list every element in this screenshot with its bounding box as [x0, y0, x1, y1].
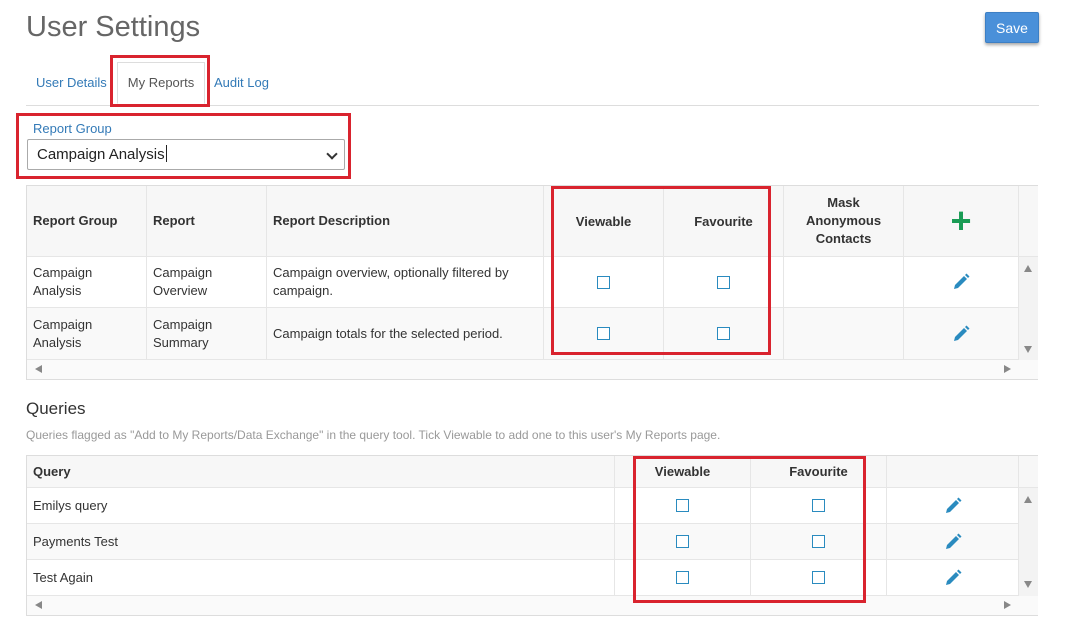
report-row-1-viewable-cell [544, 257, 664, 308]
scroll-right-arrow-icon[interactable] [1004, 365, 1011, 373]
report-row-1-mask-cell [784, 257, 904, 308]
reports-horizontal-scrollbar[interactable] [27, 360, 1038, 379]
report-row-2-edit-cell [904, 308, 1019, 360]
query-row-3-favourite-checkbox[interactable] [812, 571, 825, 584]
col-header-report: Report [147, 186, 267, 257]
report-row-2-viewable-cell [544, 308, 664, 360]
col-header-query-actions [887, 456, 1019, 488]
report-row-2-favourite-cell [664, 308, 784, 360]
scroll-left-arrow-icon[interactable] [35, 601, 42, 609]
scroll-up-arrow-icon[interactable] [1024, 496, 1032, 503]
report-group-select[interactable]: Campaign Analysis [27, 139, 345, 170]
col-header-viewable: Viewable [544, 186, 664, 257]
header-scroll-spacer [1019, 186, 1038, 257]
col-header-report-group: Report Group [27, 186, 147, 257]
col-header-description: Report Description [267, 186, 544, 257]
report-row-2-group: Campaign Analysis [27, 308, 147, 360]
report-group-label: Report Group [33, 121, 112, 136]
queries-horizontal-scrollbar[interactable] [27, 596, 1038, 615]
col-header-mask-anonymous: Mask Anonymous Contacts [784, 186, 904, 257]
scroll-right-arrow-icon[interactable] [1004, 601, 1011, 609]
scroll-down-arrow-icon[interactable] [1024, 346, 1032, 353]
tab-user-details[interactable]: User Details [36, 60, 107, 106]
reports-vertical-scrollbar[interactable] [1019, 257, 1038, 360]
page-title: User Settings [26, 11, 201, 43]
text-cursor [165, 145, 167, 162]
queries-grid: Query Viewable Favourite Emilys query Pa… [26, 455, 1038, 616]
report-row-1-favourite-checkbox[interactable] [717, 275, 730, 289]
query-row-2-edit-cell [887, 524, 1019, 560]
query-row-2-favourite-cell [751, 524, 887, 560]
query-row-2-name: Payments Test [27, 524, 615, 560]
report-row-2-viewable-checkbox[interactable] [597, 327, 610, 340]
report-row-1-report: Campaign Overview [147, 257, 267, 308]
report-row-1-group: Campaign Analysis [27, 257, 147, 308]
query-row-1-favourite-cell [751, 488, 887, 524]
report-row-1-favourite-cell [664, 257, 784, 308]
scroll-down-arrow-icon[interactable] [1024, 581, 1032, 588]
pencil-icon[interactable] [951, 272, 971, 292]
query-row-2-favourite-checkbox[interactable] [812, 535, 825, 548]
header-scroll-spacer [1019, 456, 1038, 488]
col-header-query-viewable: Viewable [615, 456, 751, 488]
query-row-3-name: Test Again [27, 560, 615, 596]
tab-my-reports[interactable]: My Reports [117, 62, 205, 104]
col-header-query-favourite: Favourite [751, 456, 887, 488]
queries-vertical-scrollbar[interactable] [1019, 488, 1038, 596]
query-row-3-viewable-cell [615, 560, 751, 596]
query-row-1-edit-cell [887, 488, 1019, 524]
col-header-favourite: Favourite [664, 186, 784, 257]
query-row-2-viewable-checkbox[interactable] [676, 535, 689, 548]
query-row-2-viewable-cell [615, 524, 751, 560]
query-row-1-viewable-checkbox[interactable] [676, 499, 689, 512]
report-row-2-favourite-checkbox[interactable] [717, 327, 730, 340]
scroll-left-arrow-icon[interactable] [35, 365, 42, 373]
chevron-down-icon [326, 148, 338, 160]
queries-description: Queries flagged as "Add to My Reports/Da… [26, 428, 721, 442]
reports-grid: Report Group Report Report Description V… [26, 185, 1038, 380]
query-row-3-edit-cell [887, 560, 1019, 596]
pencil-icon[interactable] [943, 568, 963, 588]
report-row-2-description: Campaign totals for the selected period. [267, 308, 544, 360]
tab-bar: User Details My Reports Audit Log [26, 60, 1039, 106]
tab-audit-log[interactable]: Audit Log [214, 60, 269, 106]
query-row-1-favourite-checkbox[interactable] [812, 499, 825, 512]
report-row-1-viewable-checkbox[interactable] [597, 275, 610, 289]
query-row-3-viewable-checkbox[interactable] [676, 571, 689, 584]
query-row-3-favourite-cell [751, 560, 887, 596]
pencil-icon[interactable] [951, 324, 971, 344]
pencil-icon[interactable] [943, 532, 963, 552]
report-row-1-description: Campaign overview, optionally filtered b… [267, 257, 544, 308]
report-row-1-edit-cell [904, 257, 1019, 308]
query-row-1-viewable-cell [615, 488, 751, 524]
report-row-2-report: Campaign Summary [147, 308, 267, 360]
report-group-selected-value: Campaign Analysis [37, 146, 165, 163]
query-row-1-name: Emilys query [27, 488, 615, 524]
queries-title: Queries [26, 399, 86, 418]
col-header-query: Query [27, 456, 615, 488]
save-button[interactable]: Save [985, 12, 1039, 43]
scroll-up-arrow-icon[interactable] [1024, 265, 1032, 272]
plus-icon: + [950, 200, 972, 241]
report-row-2-mask-cell [784, 308, 904, 360]
pencil-icon[interactable] [943, 496, 963, 516]
add-report-button[interactable]: + [904, 186, 1019, 257]
